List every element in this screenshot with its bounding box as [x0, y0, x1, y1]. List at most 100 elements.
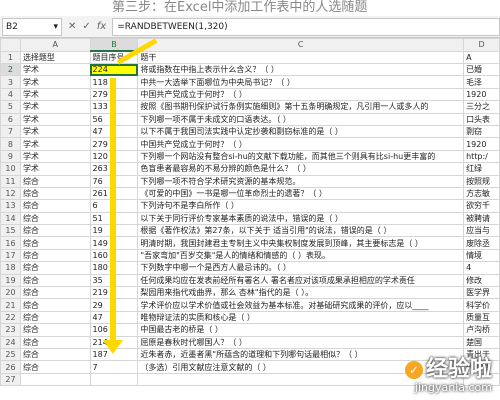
close-icon[interactable]: ✕: [68, 21, 76, 32]
cell-question[interactable]: 以下关于同行评价专家基本素质的说法中，错误的是（ ）: [137, 211, 465, 226]
row-header[interactable]: 18: [0, 261, 21, 275]
cell-type[interactable]: 综合: [19, 273, 91, 288]
cell-question[interactable]: 下列哪一项不符合学术研究资源的基本规范。: [137, 174, 465, 188]
cell-type[interactable]: 综合: [19, 298, 91, 312]
cell-option-a[interactable]: http:/: [463, 149, 500, 164]
cell-type[interactable]: 学术: [19, 87, 91, 102]
cell-question[interactable]: 色盲患者最容易的不易分辨的颜色是什么？（ ）: [137, 162, 465, 176]
cell-question[interactable]: 下列哪一项不属于未成文的口语表达。（ ）: [137, 112, 465, 126]
row-header[interactable]: 1: [0, 50, 21, 64]
cell-question[interactable]: 唯物辩证法的实质和核心是（ ）: [137, 310, 465, 325]
cell-option-a[interactable]: 红绿: [463, 162, 500, 176]
cell-option-a[interactable]: A: [463, 50, 500, 64]
row-header[interactable]: 5: [0, 100, 21, 114]
row-header[interactable]: 19: [0, 273, 21, 288]
cell-type[interactable]: 学术: [19, 62, 91, 77]
cell-option-a[interactable]: 三分之: [463, 100, 500, 114]
row-header[interactable]: 13: [0, 199, 21, 213]
cell-question[interactable]: 下列哪一个网站没有整合si-hu的文献下载功能，而其他三个则具有比si-hu更丰…: [137, 149, 465, 164]
row-header[interactable]: 7: [0, 124, 21, 139]
row-header[interactable]: 6: [0, 112, 21, 126]
cell-option-a[interactable]: 方志敏: [463, 186, 500, 201]
cell-question[interactable]: 按照《图书期刊保护试行条例实施细则》第十五条明确规定，凡引用一人或多人的: [137, 100, 465, 114]
cell-type[interactable]: [19, 372, 91, 387]
cell-option-a[interactable]: 被聘请: [463, 211, 500, 226]
column-header-d[interactable]: D: [463, 38, 500, 52]
cell-question[interactable]: 学术评价应以学术价值或社会效益为基本标准。对基础研究成果的评价，应以____: [137, 298, 465, 312]
cell-type[interactable]: 综合: [19, 199, 91, 213]
row-header[interactable]: 4: [0, 87, 21, 102]
row-header[interactable]: 20: [0, 286, 21, 300]
cell-question[interactable]: 以下不属于我国司法实践中认定抄袭和剽窃标准的是（ ）: [137, 124, 465, 139]
cell-type[interactable]: 选择题型: [19, 50, 91, 64]
cell-question[interactable]: 任何成果均应在发表前经所有署名人 署名者应对该项成果承担相应的学术责任: [137, 273, 465, 288]
column-header-c[interactable]: C: [137, 38, 465, 52]
cell-type[interactable]: 综合: [19, 236, 91, 250]
row-header[interactable]: 8: [0, 137, 21, 151]
cell-type[interactable]: 综合: [19, 310, 91, 325]
row-header[interactable]: 3: [0, 75, 21, 89]
cell-option-a[interactable]: 1920: [463, 87, 500, 102]
row-header[interactable]: 23: [0, 323, 21, 337]
select-all-corner[interactable]: [0, 38, 21, 52]
cell-type[interactable]: 学术: [19, 149, 91, 164]
row-header[interactable]: 24: [0, 335, 21, 350]
cell-type[interactable]: 综合: [19, 286, 91, 300]
cell-type[interactable]: 综合: [19, 211, 91, 226]
cell-option-a[interactable]: 剽窃: [463, 124, 500, 139]
cell-question[interactable]: 梨园用来指代戏曲界，那么 杏林"指代的是（ ）。: [137, 286, 465, 300]
row-header[interactable]: 17: [0, 248, 21, 263]
cell-type[interactable]: 综合: [19, 248, 91, 263]
cell-type[interactable]: 综合: [19, 360, 91, 374]
cell-question[interactable]: 题干: [137, 50, 465, 64]
cell-question[interactable]: 屈原是春秋时代哪国人？（ ）: [137, 335, 465, 350]
cell-question[interactable]: 中共一大选举下面哪位为中央局书记？（ ）: [137, 75, 465, 89]
cell-option-a[interactable]: 质量互: [463, 310, 500, 325]
row-header[interactable]: 16: [0, 236, 21, 250]
column-header-b[interactable]: B: [89, 38, 139, 52]
cell-question[interactable]: 下列诗句不是李白所作（ ）: [137, 199, 465, 213]
cell-question[interactable]: 下列数字中哪一个是西方人最忌讳的。（ ）: [137, 261, 465, 275]
cell-type[interactable]: 综合: [19, 347, 91, 362]
cell-option-a[interactable]: 科学价: [463, 298, 500, 312]
row-header[interactable]: 11: [0, 174, 21, 188]
cell-type[interactable]: 学术: [19, 137, 91, 151]
cell-question[interactable]: 中国共产党成立于何时？（ ）: [137, 87, 465, 102]
row-header[interactable]: 9: [0, 149, 21, 164]
cell-question[interactable]: 将或指数在中指上表示什么含义？（ ）: [137, 62, 465, 77]
cell-type[interactable]: 综合: [19, 323, 91, 337]
cell-type[interactable]: 学术: [19, 162, 91, 176]
cell-type[interactable]: 综合: [19, 224, 91, 238]
cell-option-a[interactable]: 卢沟桥: [463, 323, 500, 337]
cell-option-a[interactable]: 废除丞: [463, 236, 500, 250]
selected-cell-b2[interactable]: 224: [89, 62, 139, 77]
row-header[interactable]: 10: [0, 162, 21, 176]
cell-option-a[interactable]: 口头表: [463, 112, 500, 126]
cell-type[interactable]: 学术: [19, 75, 91, 89]
fx-label[interactable]: fx: [97, 21, 106, 32]
cell-option-a[interactable]: 已婚: [463, 62, 500, 77]
cell-type[interactable]: 学术: [19, 112, 91, 126]
row-header[interactable]: 22: [0, 310, 21, 325]
cell-question[interactable]: "吾家弯加"百岁交集"是人的情绪和情感的（ ）表现。: [137, 248, 465, 263]
row-header[interactable]: 27: [0, 372, 21, 387]
cell-option-a[interactable]: 楚国: [463, 335, 500, 350]
row-header[interactable]: 2: [0, 62, 21, 77]
cell-number[interactable]: 7: [89, 360, 139, 374]
row-header[interactable]: 21: [0, 298, 21, 312]
column-header-a[interactable]: A: [19, 38, 91, 52]
cell-option-a[interactable]: 情境: [463, 248, 500, 263]
cell-type[interactable]: 综合: [19, 261, 91, 275]
formula-input[interactable]: =RANDBETWEEN(1,320): [112, 17, 500, 36]
cell-option-a[interactable]: 1920: [463, 137, 500, 151]
row-header[interactable]: 15: [0, 224, 21, 238]
row-header[interactable]: 25: [0, 347, 21, 362]
cell-type[interactable]: 综合: [19, 335, 91, 350]
row-header[interactable]: 26: [0, 360, 21, 374]
name-box[interactable]: B2 ▾: [2, 17, 62, 36]
cell-option-a[interactable]: 应当与: [463, 224, 500, 238]
cell-option-a[interactable]: 欲穷千: [463, 199, 500, 213]
cell-option-a[interactable]: 毛泽: [463, 75, 500, 89]
cell-question[interactable]: 中国最古老的桥是（ ）: [137, 323, 465, 337]
cell-option-a[interactable]: 按照规: [463, 174, 500, 188]
